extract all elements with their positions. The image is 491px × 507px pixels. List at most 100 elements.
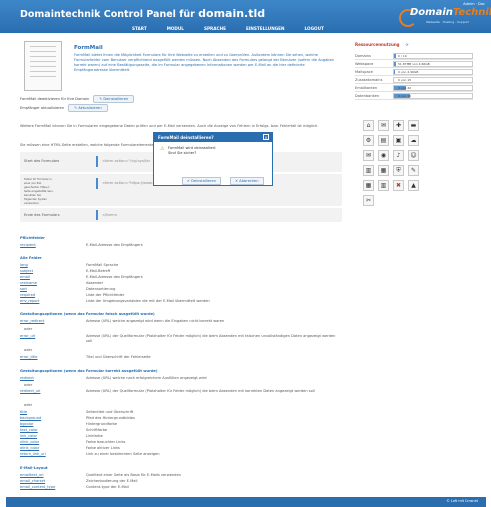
plus-icon[interactable]: ✚	[393, 120, 404, 131]
or-label: oder	[24, 348, 33, 352]
nav-start[interactable]: START	[122, 24, 157, 33]
dialog-message: FormMail wird deinstalliert Sind Sie sic…	[168, 146, 216, 156]
edit-icon[interactable]: ✎	[408, 165, 419, 176]
title-text: Domaintechnik Control Panel für	[20, 9, 195, 20]
formmail-icon	[24, 41, 62, 91]
list-item: redirect_url Adresse (URL) der Quellformu…	[20, 389, 315, 393]
list-item: lang FormMail Sprache	[20, 263, 119, 267]
cloud-icon[interactable]: ☁	[408, 135, 419, 146]
update-button[interactable]: ✎ Aktualisieren	[68, 104, 108, 112]
archive-icon[interactable]: ▥	[378, 180, 389, 191]
error-options-title: Gestaltungsoptionen (wenn das Formular f…	[20, 312, 155, 316]
tools-icon[interactable]: ✂	[363, 195, 374, 206]
or-label: oder	[24, 403, 33, 407]
logo-accent: Technik	[452, 7, 491, 18]
header-links[interactable]: Admin · Doc	[463, 2, 485, 6]
list-item: vlink_color Farbe besuchter Links	[20, 440, 126, 444]
delete-icon[interactable]: ✖	[393, 180, 404, 191]
list-item: emailtext_url Quelltext einer Seite als B…	[20, 473, 181, 477]
nav-logout[interactable]: LOGOUT	[295, 24, 334, 33]
warning-icon: ⚠	[160, 146, 165, 152]
page-title: Domaintechnik Control Panel für domain.t…	[20, 7, 265, 20]
list-item: email_content_type Content-type der E-Mai…	[20, 485, 129, 489]
lock-icon[interactable]: ▣	[393, 135, 404, 146]
refresh-icon[interactable]: ⟳	[406, 43, 409, 47]
calendar-icon[interactable]: ▦	[363, 180, 374, 191]
resource-row: Emailkonten 3 von 20	[355, 84, 473, 92]
chart-icon[interactable]: ▦	[378, 165, 389, 176]
resource-bar: 0 von 15	[393, 92, 473, 99]
list-item: required Liste der Pflichtfelder	[20, 293, 125, 297]
list-item: link_color Linkfarbe	[20, 434, 103, 438]
resource-bar: 0 / 10	[393, 52, 473, 59]
cancel-button[interactable]: ✕ Abbrechen	[230, 177, 264, 185]
logo-subtitle: Webseite · Hosting · Support	[426, 20, 469, 24]
list-item: email_charset Zeichenkodierung der E-Mail	[20, 479, 138, 483]
database-icon[interactable]: ▥	[363, 165, 374, 176]
resource-title: Ressourcennutzung	[355, 42, 400, 47]
deactivate-row: FormMail deaktivieren für Ihre Domain ✎ …	[20, 95, 135, 103]
deactivate-label: FormMail deaktivieren für Ihre Domain	[20, 97, 90, 101]
dialog-line-2: Sind Sie sicher?	[168, 151, 197, 155]
list-item: bgcolor Hintergrundfarbe	[20, 422, 118, 426]
resource-bar: 51.87MB von 4.66GB	[393, 60, 473, 67]
or-label: oder	[24, 327, 33, 331]
user-icon[interactable]: ☺	[408, 150, 419, 161]
list-item: redirect Adresse (URL) welche nach erfolg…	[20, 376, 207, 380]
resource-bar: 3 von 20	[393, 84, 473, 91]
list-item: error_title Titel und Überschrift der Feh…	[20, 355, 151, 359]
resource-row: Datenbanken 0 von 15	[355, 92, 473, 100]
list-item: email E-Mail-Adresse des Empfängers	[20, 275, 143, 279]
inbox-icon[interactable]: ✉	[363, 150, 374, 161]
list-item: sort Datensortierung	[20, 287, 116, 291]
uninstall-button[interactable]: ✎ Deinstallieren	[93, 95, 135, 103]
mail-icon[interactable]: ✉	[378, 120, 389, 131]
nav-sprache[interactable]: SPRACHE	[194, 24, 236, 33]
nav-einstellungen[interactable]: EINSTELLUNGEN	[236, 24, 295, 33]
resource-row: Webspace 51.87MB von 4.66GB	[355, 60, 473, 68]
document-icon[interactable]: ▤	[378, 135, 389, 146]
required-title: Pflichtfelder	[20, 236, 45, 240]
nav-modul[interactable]: MODUL	[157, 24, 194, 33]
close-icon[interactable]: ×	[263, 134, 269, 140]
or-label: oder	[24, 383, 33, 387]
list-item: realname Absender	[20, 281, 104, 285]
confirm-uninstall-button[interactable]: ✔ Deinstallieren	[182, 177, 221, 185]
code-end: Ende des Formulars </form>	[20, 208, 342, 222]
resource-panel: Ressourcennutzung ⟳ Domains 0 / 10 Websp…	[355, 42, 473, 100]
resource-row: Domains 0 / 10	[355, 52, 473, 60]
list-item: error_url Adresse (URL) der Quellformular…	[20, 334, 336, 343]
upload-icon[interactable]: ▲	[408, 180, 419, 191]
main-nav: START MODUL SPRACHE EINSTELLUNGEN LOGOUT	[122, 24, 334, 33]
main-content: FormMail FormMail bietet Ihnen die Mögli…	[16, 37, 342, 492]
list-item: subject E-Mail-Betreff	[20, 269, 111, 273]
uninstall-dialog: FormMail deinstallieren? × ⚠ FormMail wi…	[153, 132, 273, 186]
footer-text: © Loft mit Cmsnet	[446, 499, 478, 503]
home-icon[interactable]: ⌂	[363, 120, 374, 131]
settings-icon[interactable]: ⚙	[363, 135, 374, 146]
list-item: recipient E-Mail-Adresse des Empfängers	[20, 243, 143, 247]
recipient-row: Empfänger aktualisieren ✎ Aktualisieren	[20, 104, 108, 112]
recipient-label: Empfänger aktualisieren	[20, 106, 65, 110]
resource-bar: 0 von 2.96GB	[393, 68, 473, 75]
module-description: FormMail bietet Ihnen die Möglichkeit Fo…	[74, 53, 335, 72]
globe-icon[interactable]: ◉	[378, 150, 389, 161]
all-fields-title: Alle Felder	[20, 256, 42, 260]
footer-bar: © Loft mit Cmsnet	[6, 497, 486, 507]
resource-row: Zusatzdomains 0 von 15	[355, 76, 473, 84]
module-icon-grid: ⌂ ✉ ✚ ▬ ⚙ ▤ ▣ ☁ ✉ ◉ ♪ ☺ ▥ ▦ ⛨ ✎ ▦ ▥ ✖ ▲ …	[363, 120, 443, 206]
list-item: env_report Liste der Umgebungsvariablen d…	[20, 299, 210, 303]
header-bar: Domaintechnik Control Panel für domain.t…	[0, 0, 491, 33]
shield-icon[interactable]: ⛨	[393, 165, 404, 176]
bell-icon[interactable]: ♪	[393, 150, 404, 161]
folder-icon[interactable]: ▬	[408, 120, 419, 131]
list-item: title Seitentitel und Überschrift	[20, 410, 134, 414]
resource-row: Mailspace 0 von 2.96GB	[355, 68, 473, 76]
dialog-title: FormMail deinstallieren?	[154, 133, 272, 142]
module-title: FormMail	[74, 45, 103, 51]
domain-text: domain.tld	[198, 7, 266, 20]
list-item: return_link_url Link zu einer bestimmten …	[20, 452, 160, 456]
list-item: alink_color Farbe aktiver Links	[20, 446, 120, 450]
ok-options-title: Gestaltungsoptionen (wenn das Formular k…	[20, 369, 158, 373]
logo-main: Domain	[410, 7, 453, 18]
